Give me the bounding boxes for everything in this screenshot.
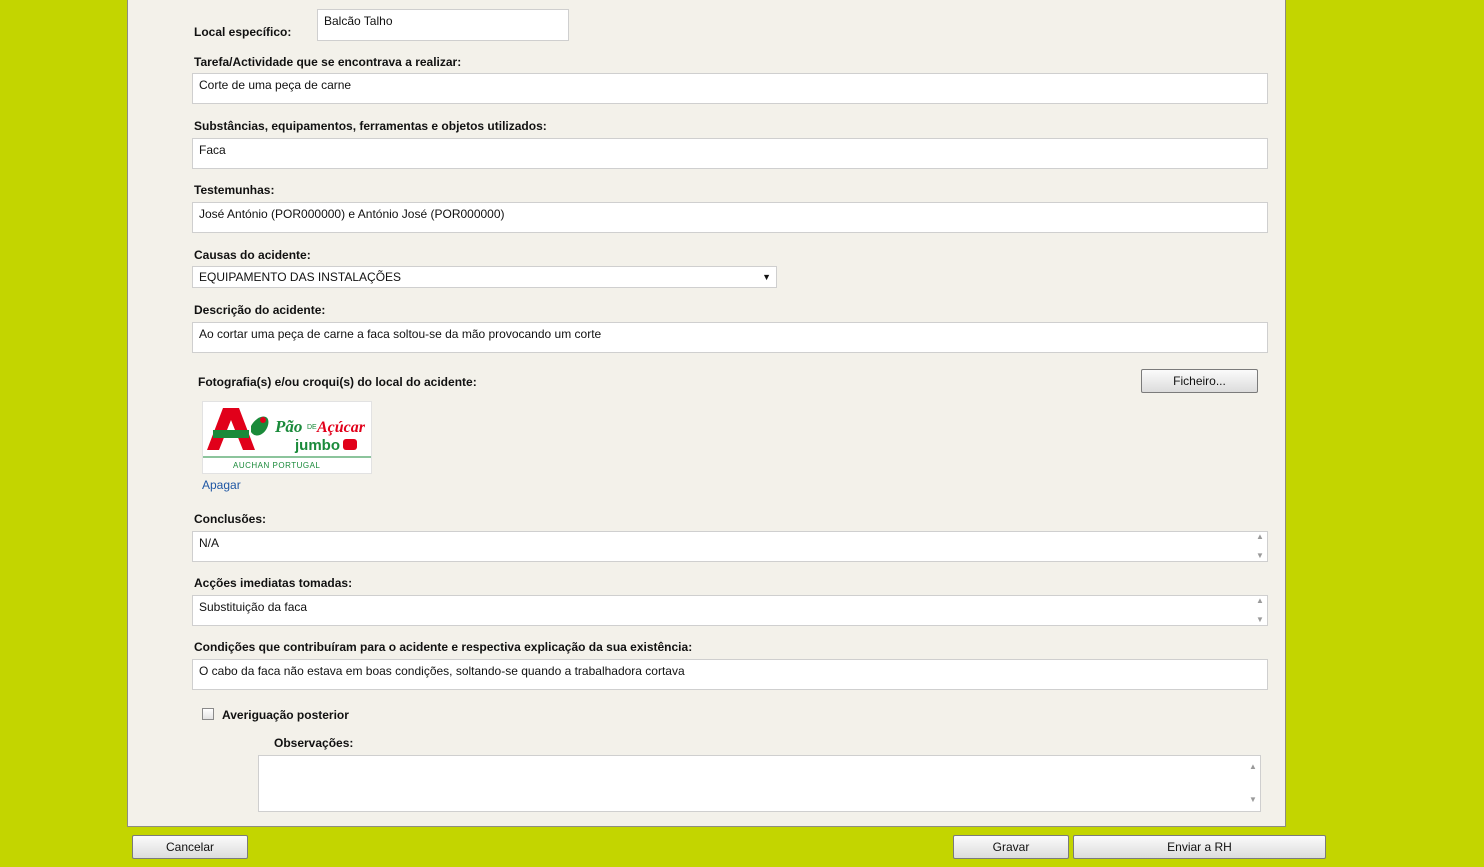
- logo-brand-line1: Pão: [274, 417, 302, 436]
- send-to-hr-button[interactable]: Enviar a RH: [1073, 835, 1326, 859]
- descricao-label: Descrição do acidente:: [194, 303, 326, 317]
- scroll-up-icon[interactable]: ▲: [1256, 596, 1264, 606]
- logo-bird-eye: [260, 417, 266, 423]
- conclusoes-scrollbar[interactable]: ▲ ▼: [1253, 532, 1267, 561]
- testemunhas-label: Testemunhas:: [194, 183, 275, 197]
- cancel-button[interactable]: Cancelar: [132, 835, 248, 859]
- observacoes-scrollbar[interactable]: ▲ ▼: [1246, 762, 1260, 805]
- tarefa-field[interactable]: Corte de uma peça de carne: [192, 73, 1268, 104]
- scroll-up-icon[interactable]: ▲: [1249, 762, 1257, 772]
- chevron-down-icon[interactable]: ▼: [762, 267, 771, 287]
- observacoes-label: Observações:: [274, 736, 354, 750]
- conclusoes-value: N/A: [199, 536, 220, 550]
- observacoes-textarea[interactable]: ▲ ▼: [258, 755, 1261, 812]
- local-especifico-field[interactable]: Balcão Talho: [317, 9, 569, 41]
- accoes-value: Substituição da faca: [199, 600, 308, 614]
- testemunhas-field[interactable]: José António (POR000000) e António José …: [192, 202, 1268, 233]
- ficheiro-button[interactable]: Ficheiro...: [1141, 369, 1258, 393]
- accoes-textarea[interactable]: Substituição da faca ▲ ▼: [192, 595, 1268, 626]
- causas-selected-value: EQUIPAMENTO DAS INSTALAÇÕES: [199, 270, 402, 284]
- conclusoes-textarea[interactable]: N/A ▲ ▼: [192, 531, 1268, 562]
- tarefa-label: Tarefa/Actividade que se encontrava a re…: [194, 55, 462, 69]
- logo-brand-line1c: Açúcar: [316, 419, 366, 436]
- logo-jumbo-elephant: [343, 439, 357, 450]
- logo-footer-text: AUCHAN PORTUGAL: [233, 461, 320, 470]
- condicoes-field[interactable]: O cabo da faca não estava em boas condiç…: [192, 659, 1268, 690]
- substancias-field[interactable]: Faca: [192, 138, 1268, 169]
- fotografias-label: Fotografia(s) e/ou croqui(s) do local do…: [198, 375, 477, 389]
- accoes-scrollbar[interactable]: ▲ ▼: [1253, 596, 1267, 625]
- accoes-label: Acções imediatas tomadas:: [194, 576, 353, 590]
- causas-select[interactable]: EQUIPAMENTO DAS INSTALAÇÕES ▼: [192, 266, 777, 288]
- save-button[interactable]: Gravar: [953, 835, 1069, 859]
- causas-label: Causas do acidente:: [194, 248, 311, 262]
- averiguacao-label: Averiguação posterior: [222, 708, 349, 722]
- condicoes-label: Condições que contribuíram para o aciden…: [194, 640, 693, 654]
- local-especifico-label: Local específico:: [194, 25, 292, 39]
- scroll-down-icon[interactable]: ▼: [1256, 551, 1264, 561]
- logo-brand-line1b: DE: [307, 424, 317, 431]
- apagar-link[interactable]: Apagar: [202, 478, 241, 492]
- auchan-logo-svg: Pão DE Açúcar jumbo AUCHAN PORTUGAL: [203, 408, 371, 470]
- logo-bar-shape: [213, 430, 249, 438]
- scroll-down-icon[interactable]: ▼: [1256, 615, 1264, 625]
- logo-a-shape: [207, 408, 255, 450]
- auchan-logo-image: Pão DE Açúcar jumbo AUCHAN PORTUGAL: [202, 401, 372, 474]
- averiguacao-checkbox[interactable]: [202, 708, 214, 720]
- form-panel: Local específico: Balcão Talho Tarefa/Ac…: [127, 0, 1286, 827]
- scroll-up-icon[interactable]: ▲: [1256, 532, 1264, 542]
- conclusoes-label: Conclusões:: [194, 512, 267, 526]
- descricao-field[interactable]: Ao cortar uma peça de carne a faca solto…: [192, 322, 1268, 353]
- logo-brand-line2: jumbo: [294, 437, 340, 454]
- substancias-label: Substâncias, equipamentos, ferramentas e…: [194, 119, 547, 133]
- scroll-down-icon[interactable]: ▼: [1249, 795, 1257, 805]
